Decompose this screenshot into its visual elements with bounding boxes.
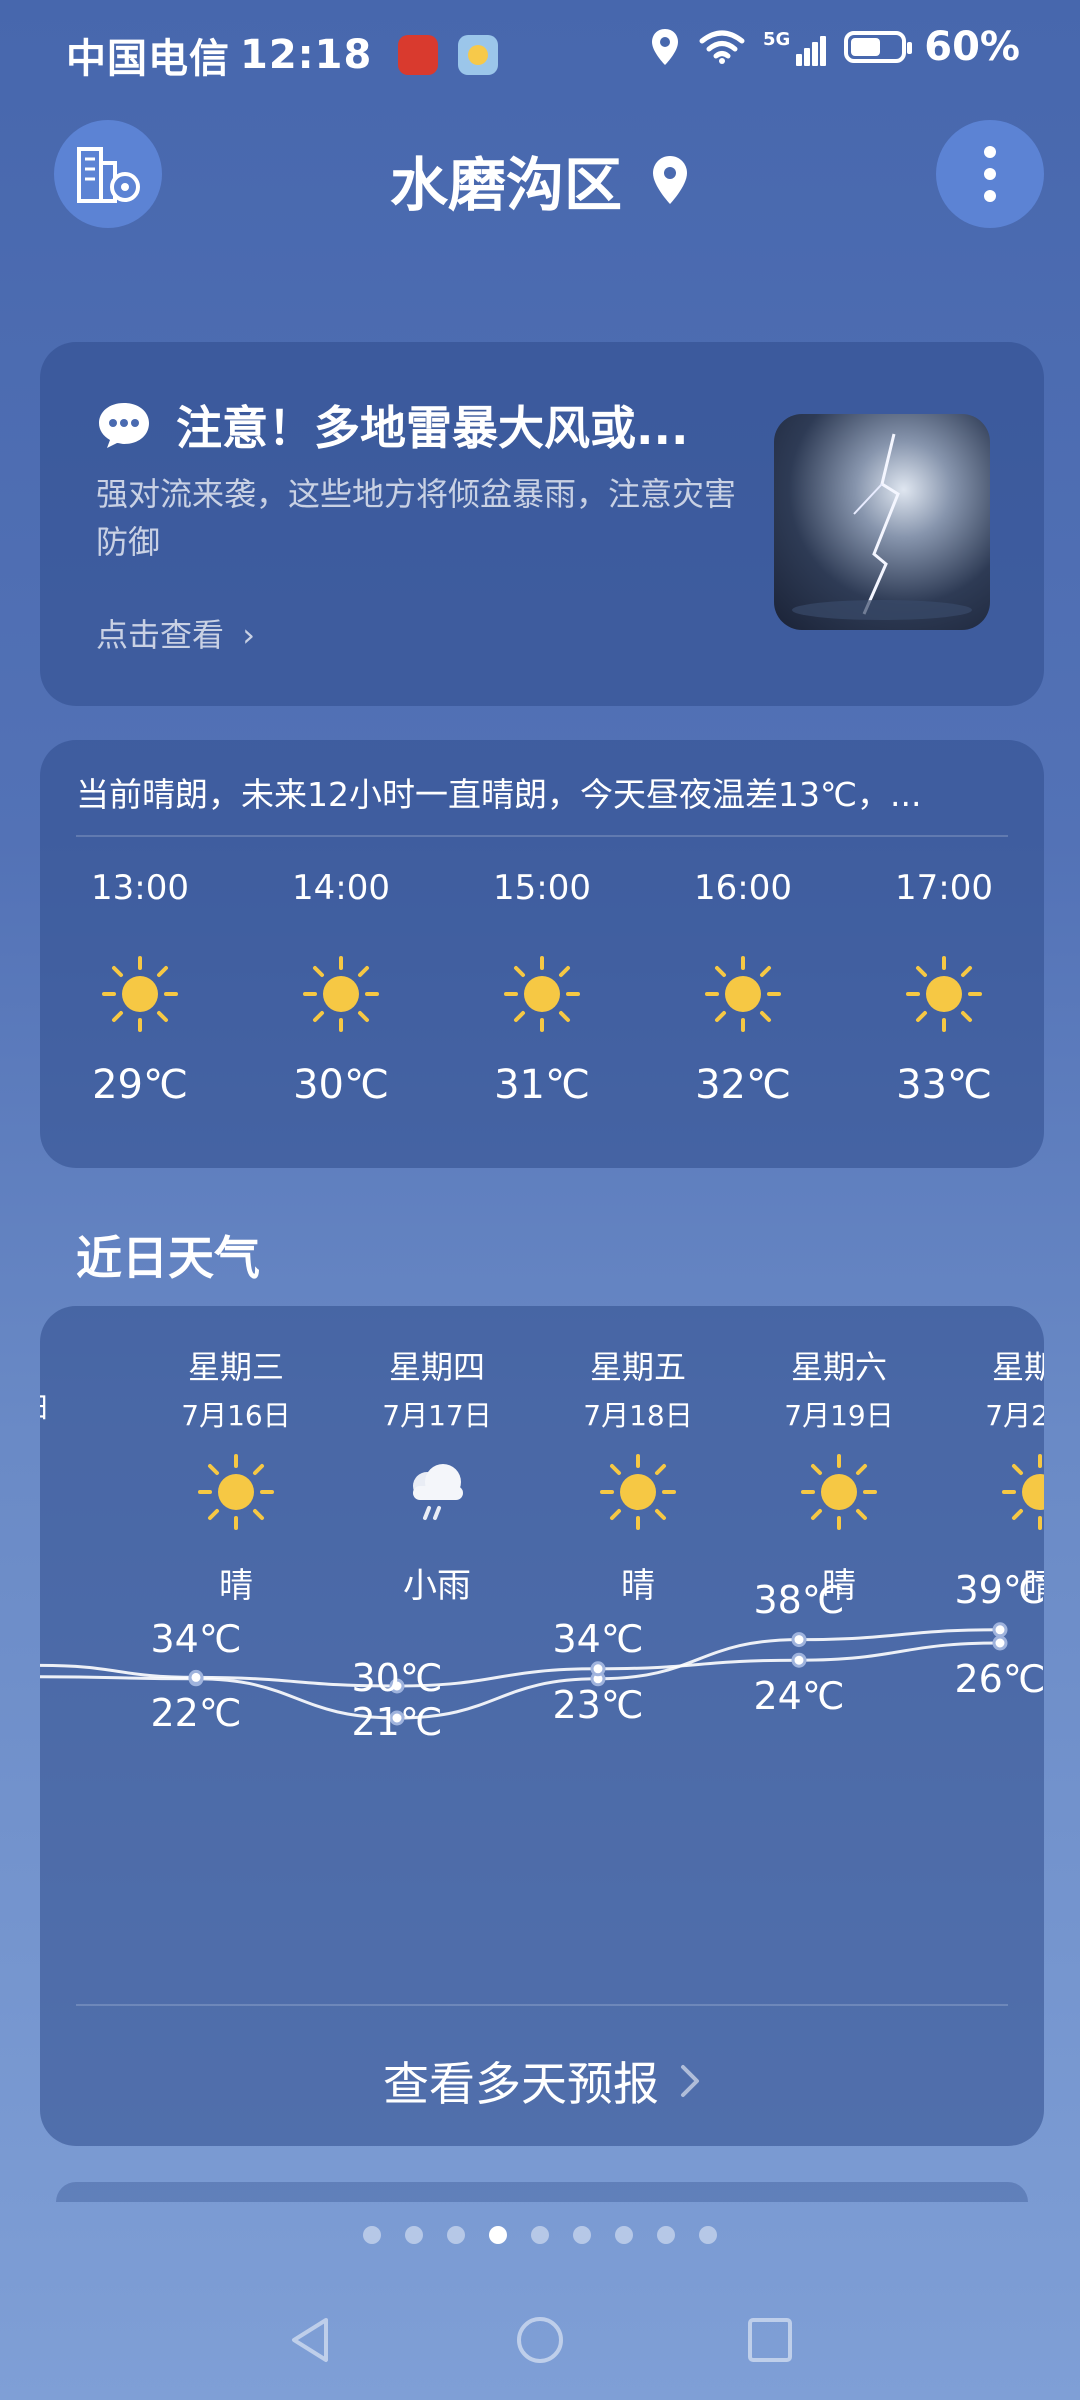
- status-bar-left: 中国电信 12:18: [66, 26, 499, 84]
- cellular-signal-icon: 5G: [762, 28, 827, 66]
- low-temp-label: 23℃: [552, 1682, 644, 1727]
- alert-link-label: 点击查看: [96, 616, 225, 654]
- network-type: 5G: [762, 28, 791, 50]
- hour-item: 13:00 29℃: [70, 868, 210, 1108]
- high-temp-label: 34℃: [552, 1616, 644, 1661]
- sun-icon: [504, 956, 580, 1032]
- sun-icon: [705, 956, 781, 1032]
- sun-icon: [102, 956, 178, 1032]
- page-dot: [489, 2226, 507, 2244]
- page-dot: [405, 2226, 423, 2244]
- alert-title-row: 注意！多地雷暴大风或...: [96, 392, 688, 458]
- low-temp-point: [992, 1635, 1008, 1651]
- hour-temp: 33℃: [896, 1062, 992, 1108]
- low-temp-label: 22℃: [150, 1691, 242, 1736]
- sun-icon: [906, 956, 982, 1032]
- more-options-button[interactable]: [936, 120, 1044, 228]
- view-more-label: 查看多天预报: [383, 2057, 659, 2111]
- hourly-forecast-card: 当前晴朗，未来12小时一直晴朗，今天昼夜温差13℃，... 13:00 29℃ …: [40, 740, 1044, 1168]
- page-indicator: [0, 2226, 1080, 2244]
- hour-time: 13:00: [91, 868, 189, 908]
- hour-item: 16:00 32℃: [673, 868, 813, 1108]
- divider: [76, 835, 1008, 837]
- hourly-summary: 当前晴朗，未来12小时一直晴朗，今天昼夜温差13℃，...: [76, 775, 922, 814]
- high-temp-label: 34℃: [150, 1616, 242, 1661]
- divider: [76, 2004, 1008, 2006]
- wifi-icon: [699, 30, 745, 64]
- more-vert-icon: [984, 146, 996, 202]
- page-dot: [699, 2226, 717, 2244]
- clock: 12:18: [240, 32, 373, 78]
- home-icon[interactable]: [514, 2314, 566, 2366]
- hour-temp: 30℃: [293, 1062, 389, 1108]
- battery-percent: 60%: [924, 24, 1020, 70]
- high-temp-label: 39℃: [954, 1567, 1044, 1612]
- page-dot: [573, 2226, 591, 2244]
- page-dot: [447, 2226, 465, 2244]
- page-dot: [363, 2226, 381, 2244]
- sun-icon: [303, 956, 379, 1032]
- hour-temp: 32℃: [695, 1062, 791, 1108]
- thunderstorm-image: [774, 414, 990, 630]
- high-temp-label: 38℃: [753, 1577, 845, 1622]
- daily-forecast-card: 日 星期三 7月16日 晴 星期四 7月17日 小雨 星期五 7月18日 晴 星…: [40, 1306, 1044, 2146]
- city-title[interactable]: 水磨沟区: [0, 138, 1080, 222]
- view-more-forecast-button[interactable]: 查看多天预报: [40, 2048, 1044, 2114]
- low-temp-label: 24℃: [753, 1674, 845, 1719]
- weather-notification-icon: [458, 35, 499, 75]
- alert-description: 强对流来袭，这些地方将倾盆暴雨，注意灾害防御: [96, 475, 737, 561]
- high-temp-point: [992, 1622, 1008, 1638]
- high-temp-label: 30℃: [351, 1656, 443, 1700]
- alert-card[interactable]: 注意！多地雷暴大风或... 强对流来袭，这些地方将倾盆暴雨，注意灾害防御 点击查…: [40, 342, 1044, 706]
- low-temp-label: 26℃: [954, 1657, 1044, 1701]
- alert-view-link[interactable]: 点击查看 ›: [96, 610, 255, 656]
- low-temp-point: [791, 1652, 807, 1668]
- hour-time: 17:00: [895, 868, 993, 908]
- battery-icon: [844, 31, 913, 63]
- status-bar-right: 5G 60%: [649, 24, 1020, 70]
- chevron-right-icon: [681, 2065, 699, 2097]
- hour-temp: 29℃: [92, 1062, 188, 1108]
- alert-title: 注意！多地雷暴大风或...: [176, 401, 689, 455]
- navigation-bar: [0, 2310, 1080, 2370]
- low-temp-label: 21℃: [351, 1700, 443, 1744]
- low-temp-point: [590, 1661, 606, 1677]
- hour-item: 14:00 30℃: [271, 868, 411, 1108]
- page-dot: [615, 2226, 633, 2244]
- recents-icon[interactable]: [744, 2314, 796, 2366]
- battery-fill: [851, 38, 881, 56]
- hour-time: 14:00: [292, 868, 390, 908]
- back-icon[interactable]: [284, 2314, 336, 2366]
- hour-time: 16:00: [694, 868, 792, 908]
- hour-item: 17:00 33℃: [874, 868, 1014, 1108]
- carrier-label: 中国电信: [66, 36, 230, 82]
- hour-temp: 31℃: [494, 1062, 590, 1108]
- app-notification-icon: [398, 35, 439, 75]
- lightning-bolt-graphic: [792, 433, 972, 620]
- page-dot: [657, 2226, 675, 2244]
- low-temp-point: [188, 1669, 204, 1685]
- hour-item: 15:00 31℃: [472, 868, 612, 1108]
- chevron-right-icon: ›: [242, 616, 255, 654]
- section-title-daily: 近日天气: [76, 1231, 260, 1285]
- chat-bubble-icon: [99, 403, 149, 448]
- page-dot: [531, 2226, 549, 2244]
- location-status-icon: [651, 29, 678, 65]
- location-pin-icon: [653, 156, 687, 204]
- city-name: 水磨沟区: [389, 151, 622, 219]
- hour-time: 15:00: [493, 868, 591, 908]
- next-card-peek: [56, 2182, 1028, 2202]
- high-temp-point: [791, 1632, 807, 1648]
